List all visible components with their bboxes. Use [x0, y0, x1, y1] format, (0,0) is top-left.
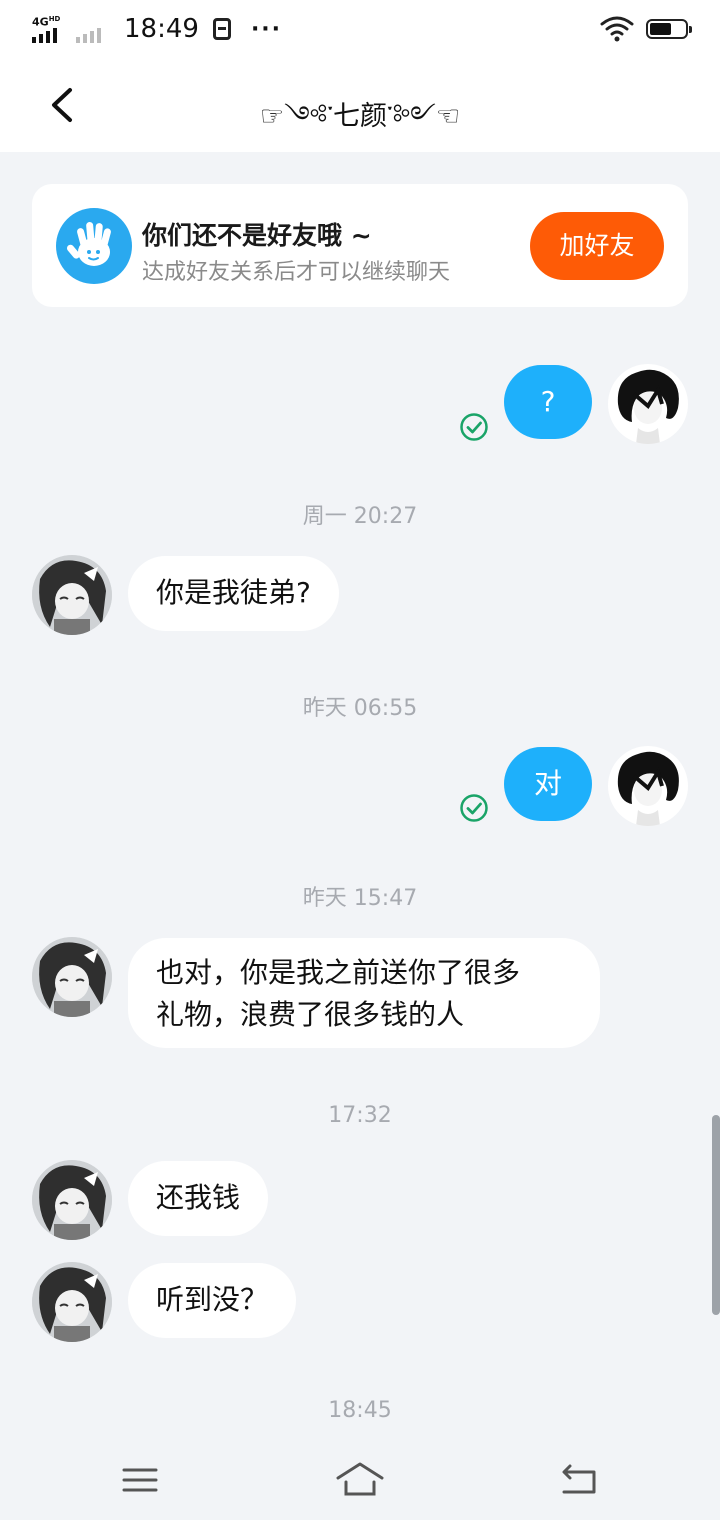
received-message-bubble[interactable]: 还我钱	[128, 1161, 269, 1236]
status-bar: 4GHD 18:49 ···	[0, 0, 720, 58]
contact-avatar[interactable]	[32, 937, 112, 1017]
banner-subtitle: 达成好友关系后才可以继续聊天	[142, 260, 451, 285]
my-avatar[interactable]	[608, 746, 688, 826]
battery-icon	[646, 19, 692, 39]
received-message-bubble[interactable]: 也对，你是我之前送你了很多 礼物，浪费了很多钱的人	[128, 938, 600, 1048]
menu-icon[interactable]	[116, 1458, 164, 1502]
timestamp: 18:45	[328, 1398, 392, 1423]
wifi-icon	[600, 16, 634, 42]
cellular-signal-icon: 4GHD	[32, 15, 66, 43]
read-check-icon	[460, 413, 488, 441]
message-line: 礼物，浪费了很多钱的人	[156, 998, 465, 1031]
back-arrow-icon[interactable]	[556, 1458, 604, 1502]
not-friend-banner: 你们还不是好友哦 ~ 达成好友关系后才可以继续聊天 加好友	[32, 184, 688, 307]
timestamp: 17:32	[328, 1103, 392, 1128]
sent-message-bubble[interactable]: 对	[504, 747, 592, 821]
received-message-bubble[interactable]: 听到没？	[128, 1263, 297, 1338]
sent-message-bubble[interactable]: ?	[504, 365, 592, 439]
timestamp: 周一 20:27	[302, 504, 418, 529]
read-check-icon	[460, 794, 488, 822]
contact-avatar[interactable]	[32, 555, 112, 635]
timestamp: 昨天 06:55	[302, 696, 418, 721]
system-nav-bar	[0, 1440, 720, 1520]
cellular-signal-2-icon	[76, 15, 108, 43]
chat-title: ☞༺་七颜་༻☜	[259, 101, 461, 132]
network-type: 4GHD	[32, 15, 61, 29]
scrollbar[interactable]	[712, 1115, 720, 1315]
status-time: 18:49	[124, 14, 199, 44]
contact-avatar[interactable]	[32, 1262, 112, 1342]
banner-title: 你们还不是好友哦 ~	[142, 221, 372, 250]
sim-card-icon	[212, 18, 231, 40]
chat-header: ☞༺་七颜་༻☜	[0, 58, 720, 152]
contact-avatar[interactable]	[32, 1160, 112, 1240]
received-message-bubble[interactable]: 你是我徒弟?	[128, 556, 339, 631]
more-notifications: ···	[250, 16, 283, 42]
add-friend-button[interactable]: 加好友	[530, 212, 664, 280]
waving-hand-icon	[56, 208, 132, 284]
home-icon[interactable]	[336, 1458, 384, 1502]
my-avatar[interactable]	[608, 364, 688, 444]
timestamp: 昨天 15:47	[302, 886, 418, 911]
message-line: 也对，你是我之前送你了很多	[156, 956, 521, 989]
